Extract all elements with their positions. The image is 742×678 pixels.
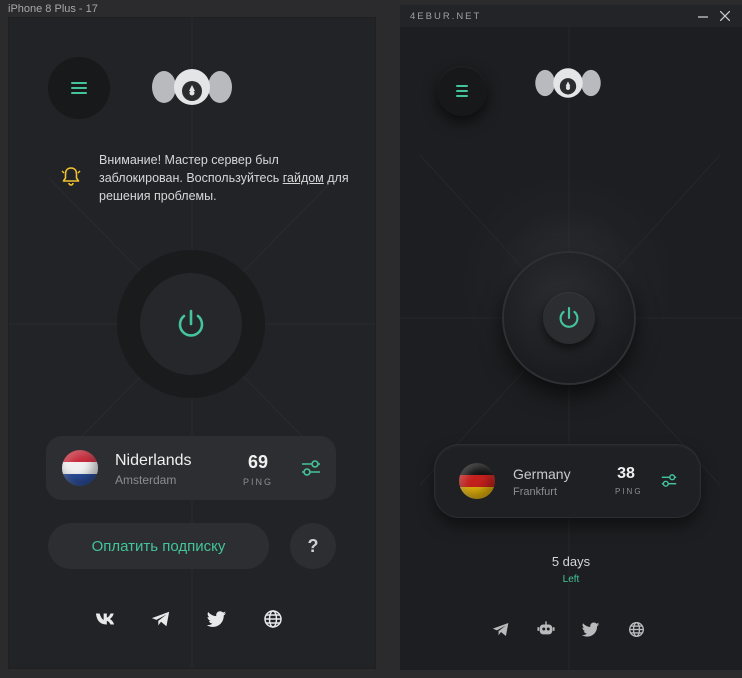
phone-screen: Внимание! Мастер сервер был заблокирован…	[9, 18, 375, 668]
bell-icon	[61, 167, 81, 186]
ping-value: 69	[247, 452, 269, 472]
ping-value: 38	[617, 465, 635, 482]
days-left-value: 5 days	[551, 554, 591, 569]
server-card[interactable]: Niderlands Amsterdam 69 PING	[46, 436, 336, 500]
server-card[interactable]: Germany Frankfurt 38 PING	[435, 445, 700, 517]
telegram-icon[interactable]	[492, 620, 510, 638]
close-icon[interactable]	[717, 8, 733, 24]
elephant-logo	[152, 69, 232, 105]
help-button[interactable]: ?	[290, 523, 336, 569]
days-left-label: Left	[562, 574, 580, 585]
power-ring	[117, 250, 265, 398]
power-button[interactable]	[140, 273, 242, 375]
notice-text: Внимание! Мастер сервер был заблокирован…	[99, 151, 351, 205]
globe-icon[interactable]	[263, 609, 283, 629]
power-icon	[178, 309, 204, 337]
social-links	[492, 620, 645, 638]
window-titlebar: 4EBUR.NET	[400, 5, 742, 27]
ping-label: PING	[243, 477, 274, 487]
ping-label: PING	[615, 487, 643, 496]
settings-sliders-icon[interactable]	[301, 459, 321, 477]
settings-sliders-icon[interactable]	[661, 473, 677, 488]
server-city: Frankfurt	[513, 486, 558, 498]
guide-link[interactable]: гайдом	[283, 171, 324, 185]
server-city: Amsterdam	[115, 473, 177, 487]
power-button[interactable]	[543, 292, 595, 344]
notice-text-before: Внимание! Мастер сервер был заблокирован…	[99, 153, 283, 185]
robot-icon[interactable]	[537, 620, 555, 638]
vk-icon[interactable]	[95, 609, 115, 629]
hamburger-icon	[71, 82, 87, 94]
window-title: 4EBUR.NET	[410, 10, 482, 22]
menu-button[interactable]	[48, 57, 110, 119]
netherlands-flag-icon	[62, 450, 98, 486]
hamburger-icon	[456, 85, 468, 97]
pay-subscription-button[interactable]: Оплатить подписку	[48, 523, 269, 569]
telegram-icon[interactable]	[151, 609, 171, 629]
power-icon	[559, 306, 579, 328]
server-country: Niderlands	[115, 452, 192, 469]
desktop-app-window: 4EBUR.NET Germany Frankfurt 38 PING 5 da…	[400, 5, 742, 670]
elephant-logo	[535, 68, 601, 98]
twitter-icon[interactable]	[582, 620, 600, 638]
menu-button[interactable]	[437, 66, 487, 116]
server-country: Germany	[513, 466, 571, 482]
twitter-icon[interactable]	[207, 609, 227, 629]
minimize-icon[interactable]	[695, 8, 711, 24]
canvas-frame-label: iPhone 8 Plus - 17	[8, 3, 98, 15]
germany-flag-icon	[459, 463, 495, 499]
globe-icon[interactable]	[627, 620, 645, 638]
power-ring	[504, 253, 634, 383]
social-links	[95, 609, 283, 629]
warning-notice: Внимание! Мастер сервер был заблокирован…	[61, 151, 351, 205]
